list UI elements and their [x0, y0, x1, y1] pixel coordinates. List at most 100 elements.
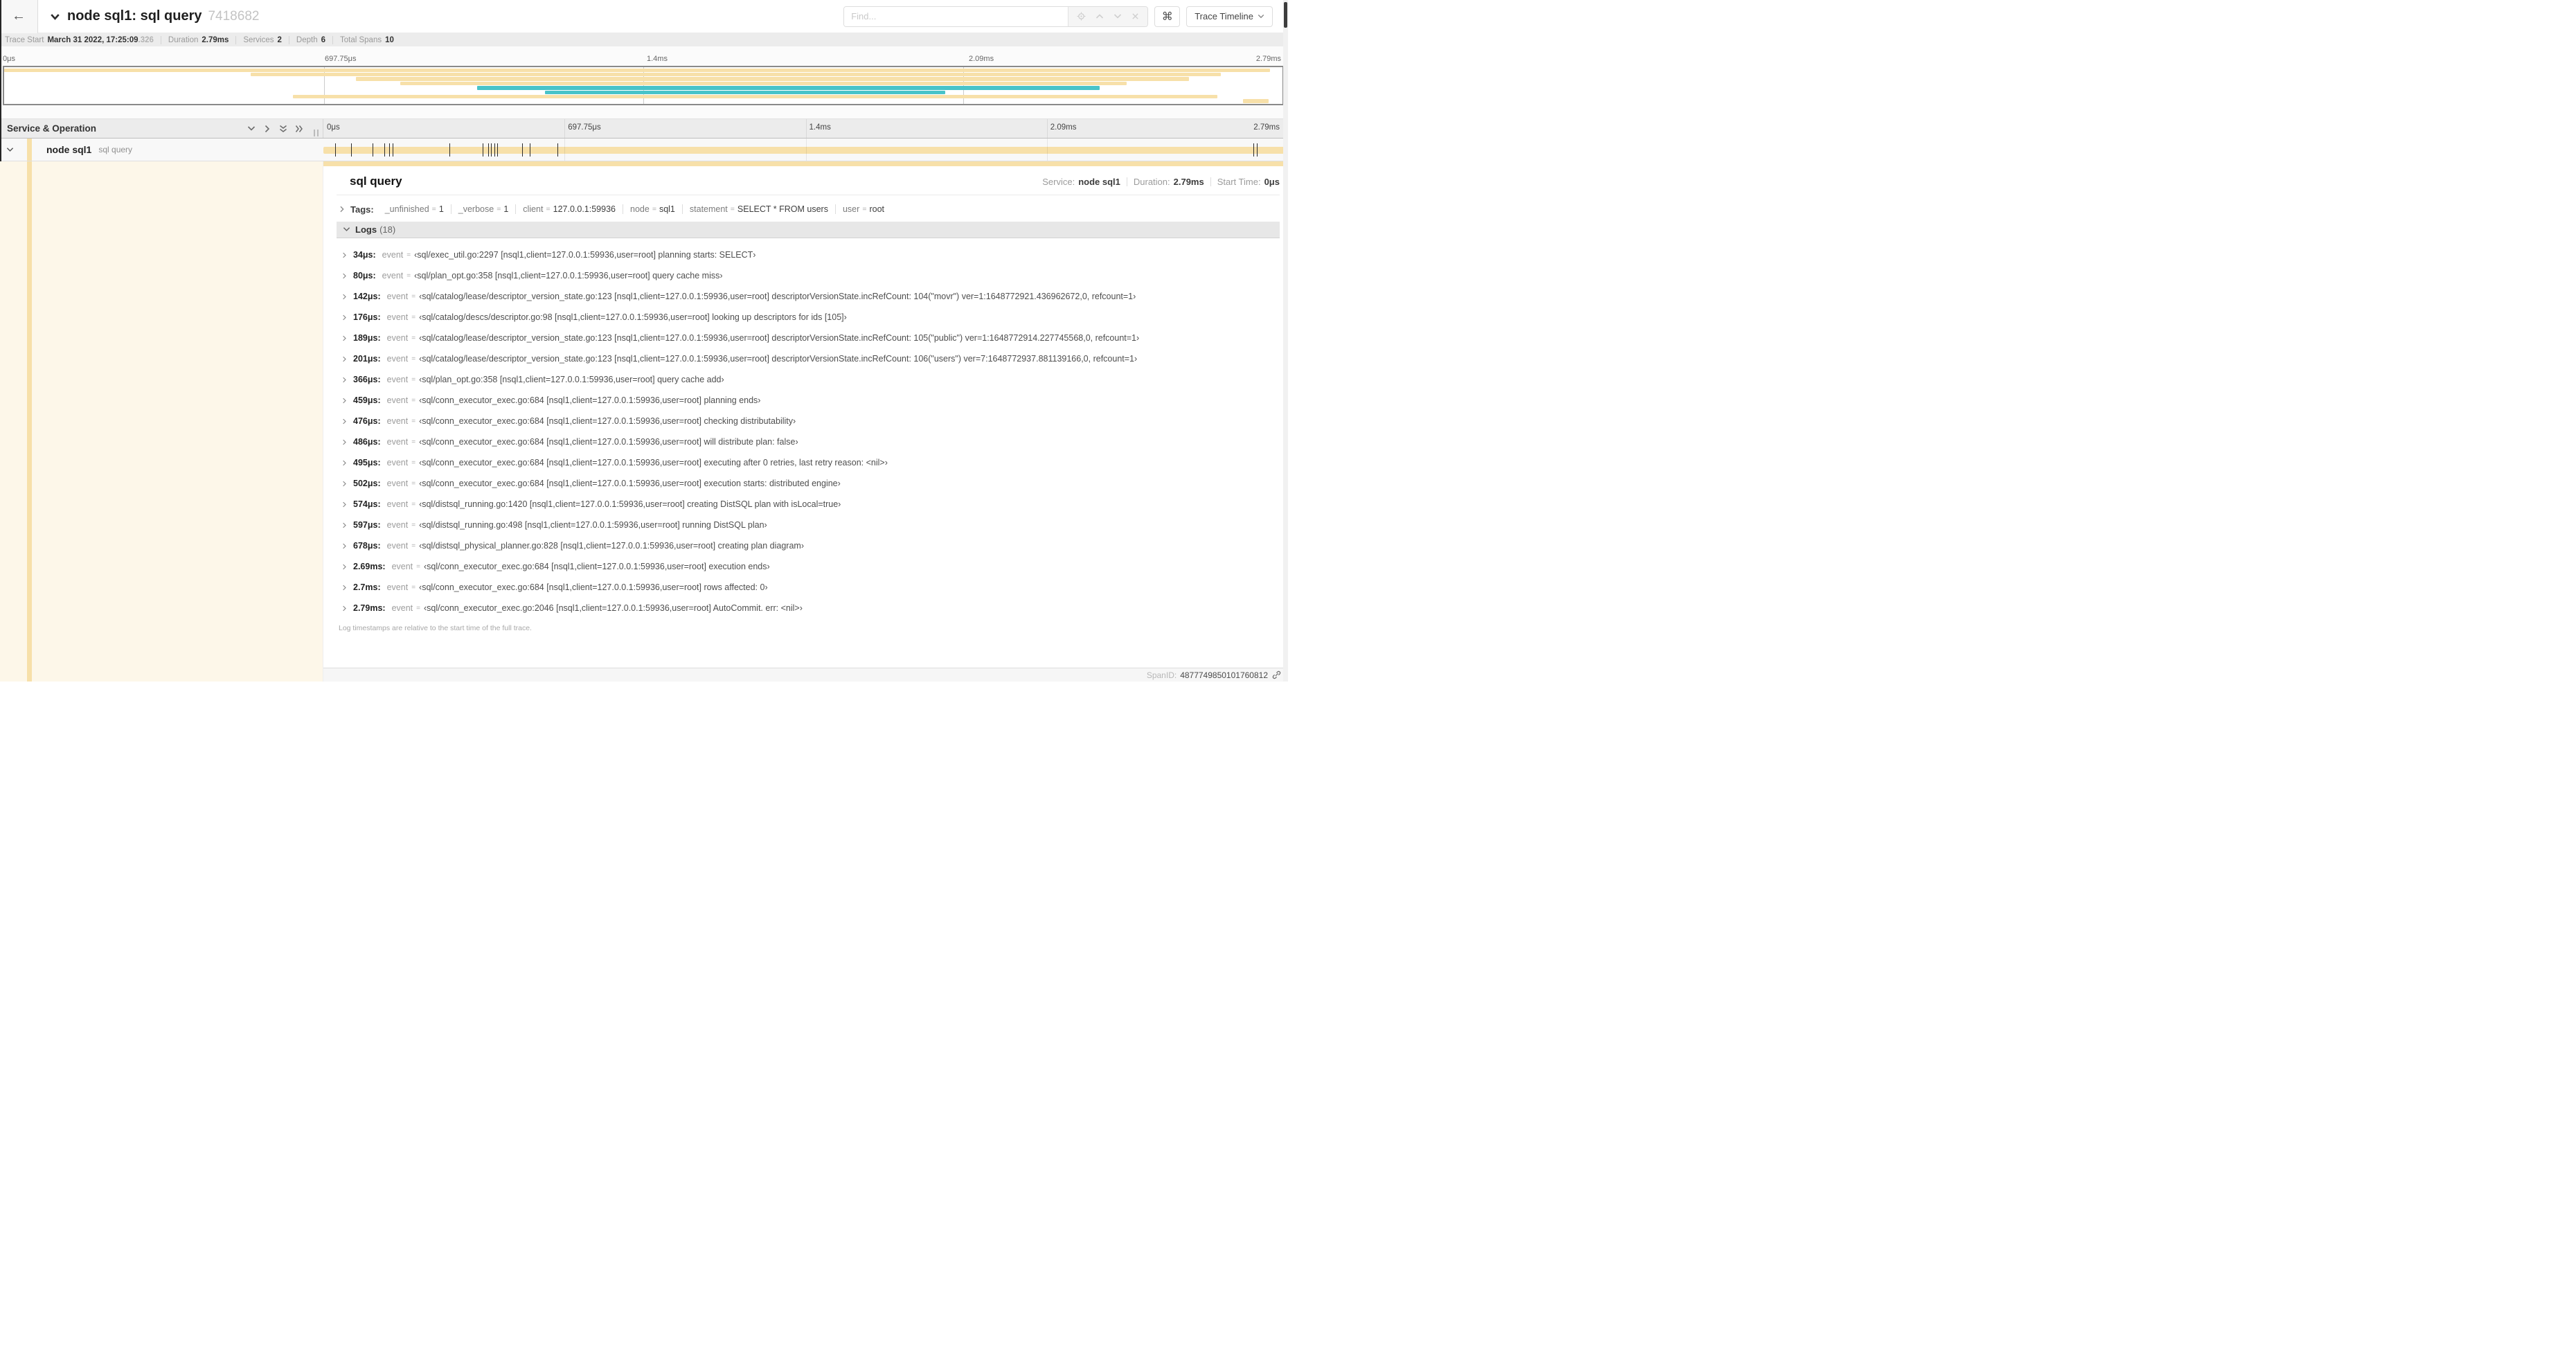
log-entry[interactable]: 597μs: event = ‹sql/distsql_running.go:498 … — [337, 515, 1280, 535]
log-entry[interactable]: 574μs: event = ‹sql/distsql_running.go:1420… — [337, 494, 1280, 515]
minimap-tick-label: 2.79ms — [1255, 55, 1281, 63]
span-duration-bar[interactable] — [323, 146, 1285, 154]
deep-link-icon[interactable] — [1272, 670, 1281, 679]
log-timestamp: 574μs: — [353, 499, 381, 509]
tags-list: _unfinished = 1 _verbose = 1 client = 127.0.0.1:… — [378, 204, 884, 214]
span-bar-area[interactable] — [323, 139, 1288, 161]
find-input[interactable] — [844, 6, 1068, 26]
detail-left-column — [0, 161, 323, 682]
tag-item[interactable]: statement = SELECT * FROM users — [683, 204, 828, 214]
log-equals: = — [416, 604, 420, 612]
log-marker[interactable] — [491, 143, 492, 157]
span-row[interactable]: node sql1 sql query — [0, 139, 1288, 161]
column-resize-grip[interactable] — [314, 130, 319, 136]
span-collapse-icon[interactable] — [6, 146, 14, 154]
log-entry[interactable]: 459μs: event = ‹sql/conn_executor_exec.go:6… — [337, 390, 1280, 411]
logs-header[interactable]: Logs (18) — [337, 222, 1280, 238]
log-entry[interactable]: 486μs: event = ‹sql/conn_executor_exec.go:6… — [337, 431, 1280, 452]
summary-value: March 31 2022, 17:25:09 — [47, 35, 138, 44]
log-field-name: event — [386, 375, 409, 384]
log-entry[interactable]: 201μs: event = ‹sql/catalog/lease/descripto… — [337, 348, 1280, 369]
prev-result-icon[interactable] — [1095, 12, 1104, 21]
timeline-gridline — [1046, 119, 1048, 138]
log-entry[interactable]: 142μs: event = ‹sql/catalog/lease/descripto… — [337, 286, 1280, 307]
timeline-tick-label: 2.79ms — [1253, 123, 1280, 132]
keyboard-shortcuts-button[interactable]: ⌘ — [1154, 6, 1181, 27]
log-entry[interactable]: 80μs: event = ‹sql/plan_opt.go:358 [nsql1,c… — [337, 265, 1280, 286]
chevron-right-icon — [341, 314, 348, 321]
timeline-tick-labels: 0μs 697.75μs 1.4ms 2.09ms 2.79ms — [323, 119, 1288, 138]
log-entry[interactable]: 495μs: event = ‹sql/conn_executor_exec.go:6… — [337, 452, 1280, 473]
find-buttons — [1068, 6, 1148, 26]
view-selector-button[interactable]: Trace Timeline — [1186, 6, 1273, 27]
log-entry[interactable]: 34μs: event = ‹sql/exec_util.go:2297 [nsql1… — [337, 244, 1280, 265]
collapse-all-icon[interactable] — [279, 125, 287, 133]
divider — [235, 35, 237, 44]
trace-timeline-page: ← node sql1: sql query 7418682 Find... ⌘… — [0, 0, 1288, 682]
log-marker[interactable] — [351, 143, 352, 157]
find-group — [843, 6, 1149, 27]
log-timestamp: 459μs: — [353, 395, 381, 405]
log-entry[interactable]: 476μs: event = ‹sql/conn_executor_exec.go:6… — [337, 411, 1280, 431]
expand-all-icon[interactable] — [295, 125, 303, 133]
tag-key: _unfinished — [384, 204, 429, 214]
tag-item[interactable]: _verbose = 1 — [451, 204, 509, 214]
log-marker[interactable] — [449, 143, 451, 157]
start-time-value: 0μs — [1264, 177, 1280, 187]
span-detail-footer: SpanID: 4877749850101760812 — [323, 668, 1288, 682]
vertical-scrollbar[interactable] — [1283, 0, 1288, 682]
log-entry[interactable]: 2.7ms: event = ‹sql/conn_executor_exec.go:6… — [337, 577, 1280, 598]
log-field-name: event — [386, 312, 409, 322]
tag-item[interactable]: client = 127.0.0.1:59936 — [516, 204, 616, 214]
minimap-canvas[interactable] — [3, 66, 1284, 105]
log-entry[interactable]: 2.69ms: event = ‹sql/conn_executor_exec.go:… — [337, 556, 1280, 577]
log-entry[interactable]: 678μs: event = ‹sql/distsql_physical_planne… — [337, 535, 1280, 556]
log-entry[interactable]: 176μs: event = ‹sql/catalog/descs/descripto… — [337, 307, 1280, 328]
tag-item[interactable]: node = sql1 — [623, 204, 675, 214]
next-result-icon[interactable] — [1113, 12, 1122, 21]
tag-item[interactable]: user = root — [836, 204, 884, 214]
minimap-tick-label: 2.09ms — [969, 55, 994, 63]
summary-value-suffix: .326 — [138, 35, 154, 44]
log-marker[interactable] — [557, 143, 559, 157]
locate-icon[interactable] — [1077, 12, 1086, 21]
span-color-accent — [27, 161, 32, 682]
log-timestamp: 597μs: — [353, 520, 381, 530]
log-value: ‹sql/conn_executor_exec.go:684 [nsql1,cl… — [419, 437, 798, 447]
scrollbar-thumb[interactable] — [1284, 2, 1287, 28]
log-marker[interactable] — [1257, 143, 1258, 157]
log-value: ‹sql/exec_util.go:2297 [nsql1,client=127… — [414, 250, 756, 260]
span-color-accent — [27, 139, 32, 161]
collapse-trace-icon[interactable] — [49, 12, 61, 21]
tag-equals: = — [652, 205, 656, 213]
log-marker[interactable] — [334, 143, 336, 157]
log-entry[interactable]: 2.79ms: event = ‹sql/conn_executor_exec.go:… — [337, 598, 1280, 618]
log-entry[interactable]: 189μs: event = ‹sql/catalog/lease/descripto… — [337, 328, 1280, 348]
log-entry[interactable]: 366μs: event = ‹sql/plan_opt.go:358 [nsql1,… — [337, 369, 1280, 390]
page-title: node sql1: sql query — [67, 8, 202, 24]
tag-item[interactable]: _unfinished = 1 — [378, 204, 444, 214]
tag-equals: = — [497, 205, 501, 213]
log-entry[interactable]: 502μs: event = ‹sql/conn_executor_exec.go:6… — [337, 473, 1280, 494]
clear-search-icon[interactable] — [1132, 12, 1139, 20]
tag-key: statement — [689, 204, 728, 214]
log-timestamp: 366μs: — [353, 375, 381, 384]
log-marker[interactable] — [494, 143, 495, 157]
log-marker[interactable] — [497, 143, 498, 157]
log-equals: = — [411, 479, 416, 488]
collapse-one-icon[interactable] — [247, 125, 256, 133]
log-value: ‹sql/distsql_physical_planner.go:828 [ns… — [419, 541, 804, 551]
tags-row[interactable]: Tags: _unfinished = 1 _verbose = 1 client = 127.… — [337, 202, 1280, 217]
back-button[interactable]: ← — [0, 0, 38, 33]
tag-key: _verbose — [458, 204, 494, 214]
log-marker[interactable] — [521, 143, 523, 157]
log-marker[interactable] — [1253, 143, 1254, 157]
minimap-span-bar — [477, 86, 1100, 90]
tag-equals: = — [546, 205, 551, 213]
log-marker[interactable] — [388, 143, 390, 157]
log-marker[interactable] — [488, 143, 490, 157]
chevron-right-icon — [341, 543, 348, 549]
tag-key: node — [630, 204, 650, 214]
expand-one-icon[interactable] — [263, 125, 271, 133]
log-marker[interactable] — [384, 143, 385, 157]
